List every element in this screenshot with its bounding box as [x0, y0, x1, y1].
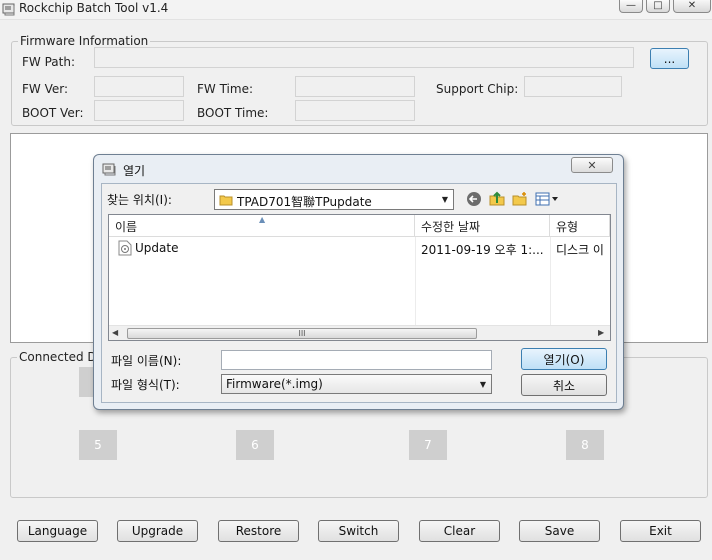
look-in-combo[interactable]: TPAD701智聯TPupdate ▼	[214, 189, 454, 210]
new-folder-icon[interactable]	[511, 190, 529, 208]
minimize-button[interactable]: —	[619, 0, 643, 13]
file-row[interactable]: Update 2011-09-19 오후 1:... 디스크 이	[109, 239, 610, 257]
support-chip-label: Support Chip:	[436, 82, 519, 96]
app-icon	[2, 2, 16, 16]
maximize-button[interactable]: □	[646, 0, 670, 13]
upgrade-button[interactable]: Upgrade	[117, 520, 198, 542]
look-in-label: 찾는 위치(I):	[107, 193, 172, 207]
minimize-icon: —	[626, 0, 636, 11]
clear-button[interactable]: Clear	[419, 520, 500, 542]
file-list[interactable]: 이름 ▲ 수정한 날짜 유형 Update 2011-09-19 오후 1:..…	[108, 214, 611, 341]
file-date: 2011-09-19 오후 1:...	[421, 243, 544, 257]
scroll-left-icon[interactable]: ◀	[112, 328, 118, 337]
device-slot-6: 6	[236, 430, 274, 460]
switch-button-label: Switch	[338, 524, 379, 538]
boot-ver-label: BOOT Ver:	[22, 106, 84, 120]
firmware-info-title: Firmware Information	[18, 34, 151, 48]
fw-ver-field	[94, 76, 184, 97]
file-type-label: 파일 형식(T):	[111, 378, 180, 392]
switch-button[interactable]: Switch	[318, 520, 399, 542]
save-button[interactable]: Save	[519, 520, 600, 542]
window-title: Rockchip Batch Tool v1.4	[19, 1, 169, 15]
open-button-label: 열기(O)	[543, 352, 585, 367]
open-file-dialog: 열기 ✕ 찾는 위치(I): TPAD701智聯TPupdate ▼ 이름 ▲ …	[93, 154, 624, 410]
close-button[interactable]: ✕	[673, 0, 711, 13]
column-header-type-label: 유형	[556, 220, 579, 234]
chevron-down-icon: ▼	[441, 195, 449, 204]
file-name-input[interactable]	[221, 350, 492, 370]
boot-ver-field	[94, 100, 184, 121]
browse-button-label: ...	[663, 51, 676, 66]
fw-path-field	[94, 47, 634, 68]
scrollbar-thumb[interactable]: III	[127, 328, 477, 339]
open-button[interactable]: 열기(O)	[521, 348, 607, 370]
close-icon: ✕	[687, 0, 697, 11]
exit-button[interactable]: Exit	[620, 520, 701, 542]
horizontal-scrollbar[interactable]: ◀ III ▶	[109, 325, 610, 340]
fw-time-field	[295, 76, 415, 97]
restore-button[interactable]: Restore	[218, 520, 299, 542]
upgrade-button-label: Upgrade	[131, 524, 184, 538]
sort-ascending-icon: ▲	[259, 215, 266, 224]
file-type: 디스크 이	[556, 243, 604, 257]
fw-path-label: FW Path:	[22, 55, 75, 69]
device-slot-8: 8	[566, 430, 604, 460]
boot-time-field	[295, 100, 415, 121]
dialog-app-icon	[102, 162, 118, 176]
cancel-button-label: 취소	[552, 378, 576, 393]
chevron-down-icon: ▼	[479, 379, 487, 389]
back-icon[interactable]	[465, 190, 483, 208]
scroll-grip-icon: III	[298, 329, 306, 338]
dialog-close-button[interactable]: ✕	[571, 157, 613, 173]
language-button[interactable]: Language	[17, 520, 98, 542]
fw-time-label: FW Time:	[197, 82, 253, 96]
browse-button[interactable]: ...	[650, 48, 689, 69]
dialog-body: 찾는 위치(I): TPAD701智聯TPupdate ▼ 이름 ▲ 수정한 날…	[101, 183, 617, 403]
save-button-label: Save	[544, 524, 575, 538]
up-folder-icon[interactable]	[488, 190, 506, 208]
column-header-date-label: 수정한 날짜	[421, 220, 481, 234]
fw-ver-label: FW Ver:	[22, 82, 69, 96]
maximize-icon: □	[653, 0, 663, 11]
file-name-label: 파일 이름(N):	[111, 354, 182, 368]
disc-image-file-icon	[118, 240, 132, 256]
scroll-right-icon[interactable]: ▶	[598, 328, 604, 337]
file-type-select[interactable]: Firmware(*.img) ▼	[221, 374, 492, 394]
device-slot-7: 7	[409, 430, 447, 460]
dialog-title: 열기	[123, 164, 146, 178]
column-header-type[interactable]: 유형	[550, 215, 610, 237]
language-button-label: Language	[27, 524, 88, 538]
folder-icon	[215, 190, 237, 209]
support-chip-field	[524, 76, 622, 97]
look-in-value: TPAD701智聯TPupdate	[237, 195, 372, 209]
clear-button-label: Clear	[443, 524, 476, 538]
cancel-button[interactable]: 취소	[521, 374, 607, 396]
close-icon: ✕	[587, 158, 597, 172]
view-menu-icon[interactable]	[534, 190, 560, 208]
boot-time-label: BOOT Time:	[197, 106, 269, 120]
column-header-date[interactable]: 수정한 날짜	[415, 215, 550, 237]
file-type-value: Firmware(*.img)	[226, 377, 323, 391]
column-header-name-label: 이름	[115, 220, 138, 234]
device-slot-5: 5	[79, 430, 117, 460]
exit-button-label: Exit	[649, 524, 672, 538]
file-name: Update	[135, 241, 179, 255]
restore-button-label: Restore	[235, 524, 282, 538]
